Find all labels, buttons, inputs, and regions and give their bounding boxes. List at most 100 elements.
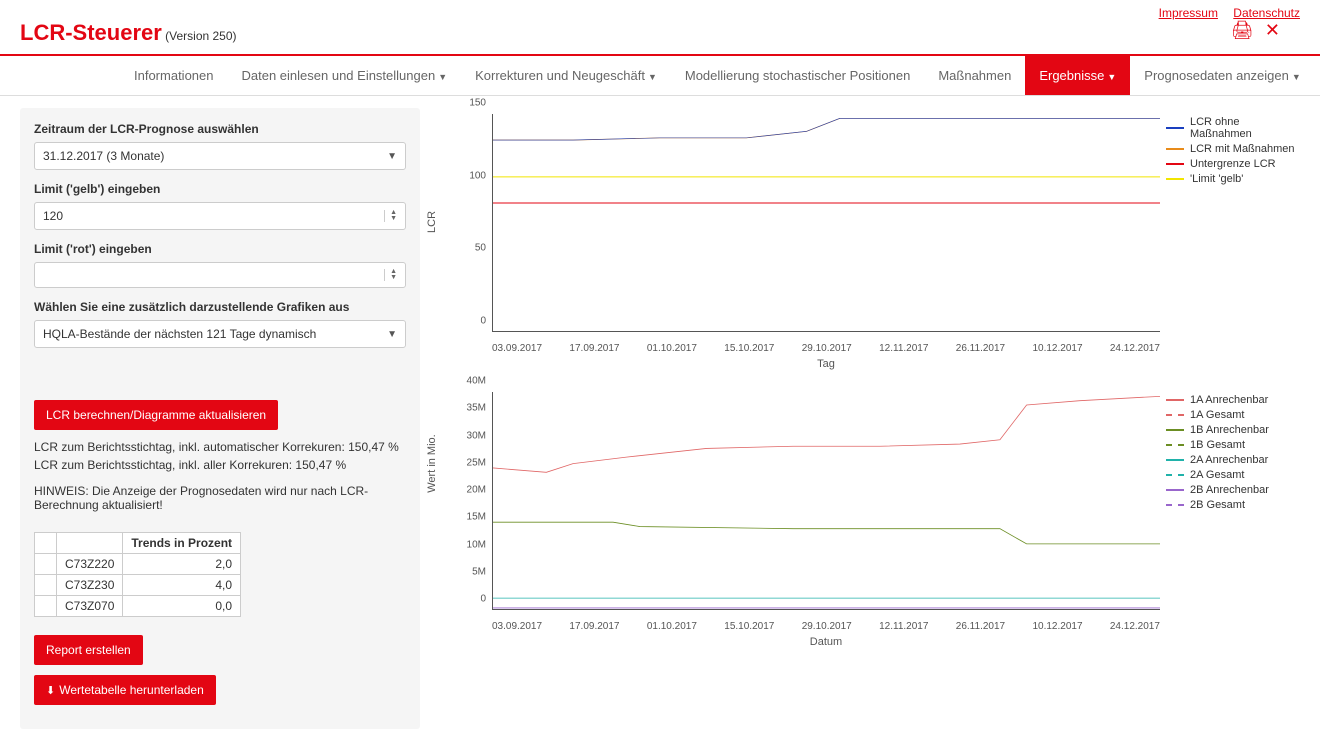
download-icon xyxy=(46,683,59,697)
spinner-icon[interactable]: ▲▼ xyxy=(384,210,397,222)
nav-item-1[interactable]: Daten einlesen und Einstellungen▼ xyxy=(228,56,462,95)
btn-recalculate[interactable]: LCR berechnen/Diagramme aktualisieren xyxy=(34,400,278,430)
chevron-down-icon: ▼ xyxy=(1292,72,1301,82)
x-tick: 15.10.2017 xyxy=(724,343,774,354)
y-tick: 0 xyxy=(480,316,486,327)
x-tick: 24.12.2017 xyxy=(1110,621,1160,632)
chevron-down-icon: ▼ xyxy=(387,329,397,340)
y-tick: 40M xyxy=(467,376,486,387)
y-tick: 15M xyxy=(467,512,486,523)
label-zeitraum: Zeitraum der LCR-Prognose auswählen xyxy=(34,122,406,136)
nav-item-6[interactable]: Prognosedaten anzeigen▼ xyxy=(1130,56,1314,95)
link-impressum[interactable]: Impressum xyxy=(1159,6,1218,20)
input-limit-rot[interactable]: ▲▼ xyxy=(34,262,406,288)
x-tick: 29.10.2017 xyxy=(802,343,852,354)
legend-swatch xyxy=(1166,178,1184,180)
legend-item: 1A Anrechenbar xyxy=(1166,394,1300,406)
y-tick: 20M xyxy=(467,485,486,496)
legend-swatch xyxy=(1166,489,1184,491)
x-tick: 26.11.2017 xyxy=(956,621,1005,632)
legend-item: 1B Anrechenbar xyxy=(1166,424,1300,436)
select-grafik-value: HQLA-Bestände der nächsten 121 Tage dyna… xyxy=(43,327,316,341)
x-tick: 01.10.2017 xyxy=(647,343,697,354)
legend-label: Untergrenze LCR xyxy=(1190,158,1276,170)
close-icon[interactable]: ✕ xyxy=(1265,20,1280,40)
chart1-xlabel: Tag xyxy=(492,358,1160,370)
legend-item: 1B Gesamt xyxy=(1166,439,1300,451)
x-tick: 17.09.2017 xyxy=(569,343,619,354)
legend-swatch xyxy=(1166,504,1184,506)
y-tick: 50 xyxy=(475,243,486,254)
trend-table: Trends in Prozent C73Z2202,0C73Z2304,0C7… xyxy=(34,532,241,617)
label-limit-gelb: Limit ('gelb') eingeben xyxy=(34,182,406,196)
chart-hqla: Wert in Mio. 05M10M15M20M25M30M35M40M 03… xyxy=(434,386,1300,646)
select-zeitraum[interactable]: 31.12.2017 (3 Monate) ▼ xyxy=(34,142,406,170)
legend-swatch xyxy=(1166,429,1184,431)
btn-report[interactable]: Report erstellen xyxy=(34,635,143,665)
info-hint: HINWEIS: Die Anzeige der Prognosedaten w… xyxy=(34,484,406,512)
y-tick: 10M xyxy=(467,539,486,550)
select-grafik[interactable]: HQLA-Bestände der nächsten 121 Tage dyna… xyxy=(34,320,406,348)
legend-label: 1B Gesamt xyxy=(1190,439,1245,451)
info-alle-korrektur: LCR zum Berichtsstichtag, inkl. aller Ko… xyxy=(34,458,406,472)
legend-label: 1A Anrechenbar xyxy=(1190,394,1268,406)
legend-label: 2B Gesamt xyxy=(1190,499,1245,511)
x-tick: 10.12.2017 xyxy=(1032,343,1082,354)
legend-item: 2B Anrechenbar xyxy=(1166,484,1300,496)
label-grafik: Wählen Sie eine zusätzlich darzustellend… xyxy=(34,300,406,314)
x-tick: 12.11.2017 xyxy=(879,621,928,632)
print-icon[interactable]: 🖨 xyxy=(1231,20,1254,40)
legend-label: LCR mit Maßnahmen xyxy=(1190,143,1295,155)
legend-swatch xyxy=(1166,163,1184,165)
nav-item-4[interactable]: Maßnahmen xyxy=(924,56,1025,95)
x-tick: 24.12.2017 xyxy=(1110,343,1160,354)
legend-label: 2A Gesamt xyxy=(1190,469,1244,481)
chevron-down-icon: ▼ xyxy=(648,72,657,82)
legend-item: 2A Anrechenbar xyxy=(1166,454,1300,466)
legend-item: Untergrenze LCR xyxy=(1166,158,1300,170)
legend-label: 'Limit 'gelb' xyxy=(1190,173,1243,185)
legend-swatch xyxy=(1166,148,1184,150)
x-tick: 03.09.2017 xyxy=(492,343,542,354)
legend-label: 2B Anrechenbar xyxy=(1190,484,1269,496)
label-limit-rot: Limit ('rot') eingeben xyxy=(34,242,406,256)
legend-swatch xyxy=(1166,444,1184,446)
table-row: C73Z2304,0 xyxy=(35,575,241,596)
x-tick: 15.10.2017 xyxy=(724,621,774,632)
chevron-down-icon: ▼ xyxy=(387,151,397,162)
y-tick: 5M xyxy=(472,566,486,577)
legend-swatch xyxy=(1166,459,1184,461)
legend-swatch xyxy=(1166,127,1184,129)
x-tick: 01.10.2017 xyxy=(647,621,697,632)
nav-item-3[interactable]: Modellierung stochastischer Positionen xyxy=(671,56,924,95)
nav-item-5[interactable]: Ergebnisse▼ xyxy=(1025,56,1130,95)
legend-label: 1A Gesamt xyxy=(1190,409,1244,421)
nav-item-0[interactable]: Informationen xyxy=(120,56,228,95)
y-tick: 100 xyxy=(469,170,486,181)
chart2-ylabel: Wert in Mio. xyxy=(426,434,438,492)
legend-label: LCR ohne Maßnahmen xyxy=(1190,116,1300,140)
chevron-down-icon: ▼ xyxy=(1107,72,1116,82)
x-tick: 03.09.2017 xyxy=(492,621,542,632)
legend-swatch xyxy=(1166,414,1184,416)
legend-item: LCR ohne Maßnahmen xyxy=(1166,116,1300,140)
chart1-ylabel: LCR xyxy=(426,211,438,233)
spinner-icon[interactable]: ▲▼ xyxy=(384,269,397,281)
link-datenschutz[interactable]: Datenschutz xyxy=(1233,6,1300,20)
legend-swatch xyxy=(1166,399,1184,401)
legend-item: 1A Gesamt xyxy=(1166,409,1300,421)
y-tick: 30M xyxy=(467,430,486,441)
input-limit-gelb[interactable]: 120 ▲▼ xyxy=(34,202,406,230)
btn-download[interactable]: Wertetabelle herunterladen xyxy=(34,675,216,705)
sidebar-panel: Zeitraum der LCR-Prognose auswählen 31.1… xyxy=(20,108,420,729)
nav-item-2[interactable]: Korrekturen und Neugeschäft▼ xyxy=(461,56,671,95)
y-tick: 35M xyxy=(467,403,486,414)
legend-label: 2A Anrechenbar xyxy=(1190,454,1268,466)
y-tick: 150 xyxy=(469,98,486,109)
legend-swatch xyxy=(1166,474,1184,476)
legend-label: 1B Anrechenbar xyxy=(1190,424,1269,436)
legend-item: 'Limit 'gelb' xyxy=(1166,173,1300,185)
chevron-down-icon: ▼ xyxy=(438,72,447,82)
chart2-xlabel: Datum xyxy=(492,636,1160,648)
x-tick: 17.09.2017 xyxy=(569,621,619,632)
